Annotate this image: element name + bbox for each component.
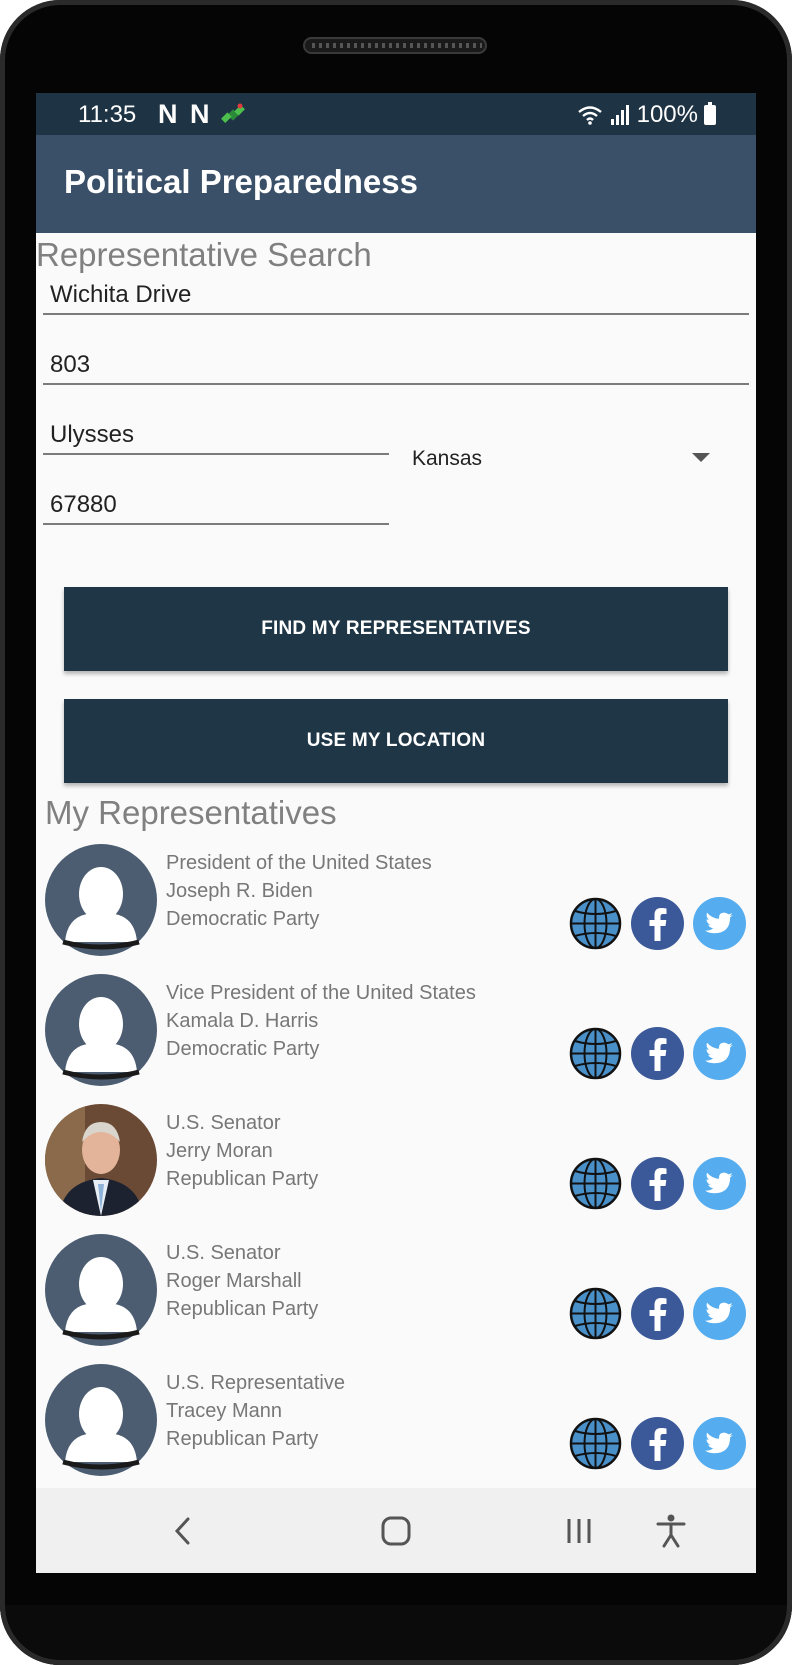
status-time: 11:35 (78, 101, 137, 128)
globe-icon[interactable] (569, 1287, 622, 1340)
representative-search-title: Representative Search (36, 236, 372, 273)
use-my-location-button[interactable]: USE MY LOCATION (64, 699, 728, 783)
accessibility-icon[interactable] (653, 1513, 689, 1549)
social-links (569, 1027, 746, 1080)
representative-office: U.S. Representative (166, 1372, 345, 1394)
twitter-icon[interactable] (693, 1027, 746, 1080)
notification-n-icon: N (158, 99, 178, 129)
social-links (569, 1287, 746, 1340)
signal-icon (610, 105, 629, 125)
battery-icon (704, 102, 716, 125)
twitter-icon[interactable] (693, 897, 746, 950)
twitter-icon[interactable] (693, 1417, 746, 1470)
navigation-bar (36, 1488, 756, 1573)
representative-row[interactable]: U.S. Representative Tracey Mann Republican… (36, 1359, 756, 1479)
representative-name: Kamala D. Harris (166, 1010, 319, 1032)
social-links (569, 1157, 746, 1210)
representative-photo (45, 1104, 157, 1216)
zip-field[interactable]: 67880 (43, 489, 389, 525)
representative-row[interactable]: Vice President of the United States Kamal… (36, 969, 756, 1089)
status-right-group: 100% (577, 101, 716, 129)
dropdown-arrow-icon (692, 453, 710, 462)
globe-icon[interactable] (569, 1157, 622, 1210)
facebook-icon[interactable] (631, 1417, 684, 1470)
representative-name: Joseph R. Biden (166, 880, 313, 902)
bottom-bezel (0, 1605, 792, 1665)
device-screen: 11:35 N N 100% Political Preparedness Re… (36, 93, 756, 1573)
app-bar: Political Preparedness (36, 135, 756, 233)
representative-office: Vice President of the United States (166, 982, 476, 1004)
twitter-icon[interactable] (693, 1287, 746, 1340)
representative-party: Republican Party (166, 1298, 319, 1320)
representative-name: Roger Marshall (166, 1270, 302, 1292)
facebook-icon[interactable] (631, 1027, 684, 1080)
address-line-1-field[interactable]: Wichita Drive (43, 279, 749, 315)
representative-party: Republican Party (166, 1428, 319, 1450)
representative-name: Tracey Mann (166, 1400, 282, 1422)
representative-office: U.S. Senator (166, 1112, 281, 1134)
phone-frame: 11:35 N N 100% Political Preparedness Re… (0, 0, 792, 1665)
my-representatives-title: My Representatives (45, 794, 337, 831)
representative-office: President of the United States (166, 852, 432, 874)
home-icon[interactable] (378, 1513, 414, 1549)
representative-party: Republican Party (166, 1168, 319, 1190)
twitter-icon[interactable] (693, 1157, 746, 1210)
social-links (569, 897, 746, 950)
find-representatives-button[interactable]: FIND MY REPRESENTATIVES (64, 587, 728, 671)
avatar-placeholder-icon (45, 1364, 157, 1476)
avatar-placeholder-icon (45, 844, 157, 956)
earpiece-speaker (303, 37, 487, 54)
status-bar: 11:35 N N 100% (36, 93, 756, 135)
address-line-2-field[interactable]: 803 (43, 349, 749, 385)
representative-party: Democratic Party (166, 1038, 320, 1060)
representative-party: Democratic Party (166, 908, 320, 930)
city-field[interactable]: Ulysses (43, 419, 389, 455)
battery-percent: 100% (636, 101, 698, 128)
representative-row[interactable]: U.S. Senator Jerry Moran Republican Party (36, 1099, 756, 1219)
social-links (569, 1417, 746, 1470)
back-icon[interactable] (166, 1513, 202, 1549)
recents-icon[interactable] (562, 1513, 598, 1549)
representative-office: U.S. Senator (166, 1242, 281, 1264)
globe-icon[interactable] (569, 897, 622, 950)
avatar-placeholder-icon (45, 974, 157, 1086)
facebook-icon[interactable] (631, 897, 684, 950)
representative-name: Jerry Moran (166, 1140, 273, 1162)
globe-icon[interactable] (569, 1417, 622, 1470)
facebook-icon[interactable] (631, 1287, 684, 1340)
representative-row[interactable]: President of the United States Joseph R. … (36, 839, 756, 959)
app-title: Political Preparedness (64, 163, 418, 200)
state-dropdown[interactable]: Kansas (412, 439, 722, 475)
globe-icon[interactable] (569, 1027, 622, 1080)
facebook-icon[interactable] (631, 1157, 684, 1210)
notification-n-icon: N (190, 99, 210, 129)
wifi-icon (577, 106, 602, 125)
satellite-icon (221, 103, 245, 123)
state-selected-value: Kansas (412, 447, 483, 470)
avatar-placeholder-icon (45, 1234, 157, 1346)
representative-row[interactable]: U.S. Senator Roger Marshall Republican Par… (36, 1229, 756, 1349)
